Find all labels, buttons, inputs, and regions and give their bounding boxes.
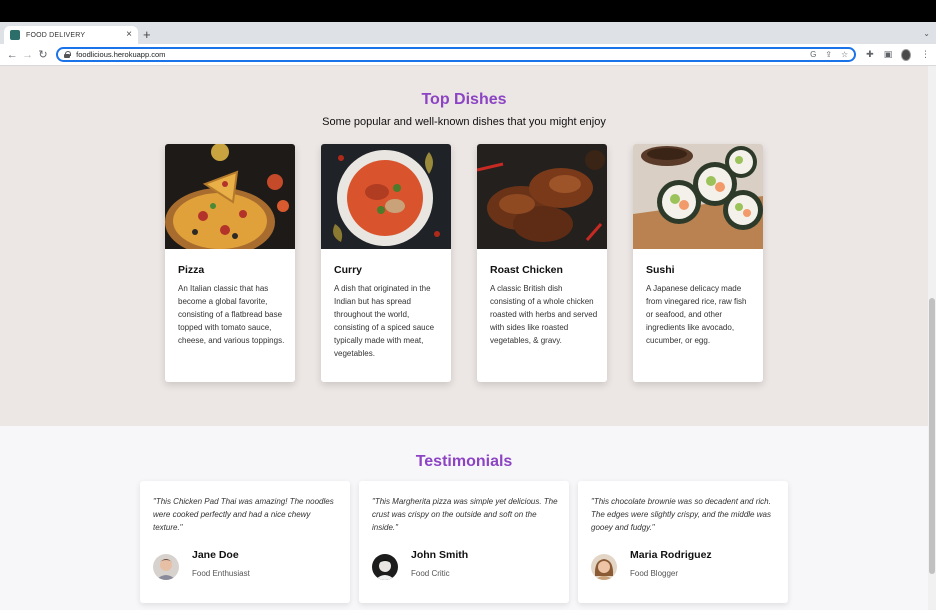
profile-avatar[interactable] (901, 48, 911, 61)
testimonial-name: Jane Doe (192, 549, 239, 561)
dish-card-pizza[interactable]: Pizza An Italian classic that has become… (165, 144, 295, 382)
avatar (372, 554, 398, 580)
scrollbar-thumb[interactable] (929, 298, 935, 574)
avatar (591, 554, 617, 580)
roast-chicken-image (477, 144, 607, 249)
back-button[interactable]: ← (6, 47, 18, 63)
dish-description: A classic British dish consisting of a w… (490, 284, 598, 345)
dish-name: Curry (334, 264, 363, 276)
dish-name: Pizza (178, 264, 205, 276)
testimonials-title: Testimonials (415, 453, 513, 470)
dish-description: A dish that originated in the Indian but… (334, 284, 435, 358)
tab-strip: FOOD DELIVERY × + ⌄ (0, 22, 936, 44)
testimonial-card: "This chocolate brownie was so decadent … (578, 481, 788, 603)
dish-card-sushi[interactable]: Sushi A Japanese delicacy made from vine… (633, 144, 763, 382)
testimonial-quote: "This Chicken Pad Thai was amazing! The … (153, 497, 334, 532)
dish-name: Roast Chicken (490, 264, 563, 276)
address-bar[interactable]: foodlicious.herokuapp.com G ⇪ ☆ (56, 47, 857, 62)
sushi-image (633, 144, 763, 249)
testimonial-name: Maria Rodriguez (630, 549, 712, 561)
close-tab-icon[interactable]: × (126, 30, 132, 40)
dish-name: Sushi (646, 264, 675, 276)
tab-search-icon[interactable]: ⌄ (923, 29, 930, 38)
google-lens-icon[interactable]: G (810, 50, 816, 59)
forward-button[interactable]: → (21, 47, 33, 63)
testimonial-role: Food Blogger (630, 569, 679, 578)
top-dishes-subtitle: Some popular and well-known dishes that … (322, 116, 606, 128)
browser-tab[interactable]: FOOD DELIVERY × (4, 26, 138, 44)
more-menu-icon[interactable]: ⋮ (921, 49, 930, 60)
dish-description: An Italian classic that has become a glo… (178, 284, 285, 345)
bookmark-star-icon[interactable]: ☆ (841, 50, 848, 59)
testimonial-role: Food Enthusiast (192, 569, 250, 578)
top-dishes-title: Top Dishes (421, 91, 507, 108)
tab-title: FOOD DELIVERY (26, 31, 86, 39)
reload-button[interactable]: ↻ (37, 47, 49, 63)
browser-toolbar: ← → ↻ foodlicious.herokuapp.com G ⇪ ☆ ✚ … (0, 44, 936, 66)
side-panel-icon[interactable]: ▣ (884, 49, 893, 60)
testimonials-section: Testimonials "This Chicken Pad Thai was … (0, 426, 928, 610)
testimonial-role: Food Critic (411, 569, 450, 578)
testimonial-quote: "This Margherita pizza was simple yet de… (372, 497, 558, 532)
testimonial-card: "This Chicken Pad Thai was amazing! The … (140, 481, 350, 603)
new-tab-button[interactable]: + (143, 28, 151, 41)
pizza-image (165, 144, 295, 249)
top-dishes-section: Top Dishes Some popular and well-known d… (0, 66, 928, 426)
url-text: foodlicious.herokuapp.com (76, 50, 166, 59)
page-scrollbar[interactable] (928, 66, 936, 610)
dish-card-curry[interactable]: Curry A dish that originated in the Indi… (321, 144, 451, 382)
screen-top-bar (0, 0, 936, 22)
curry-image (321, 144, 451, 249)
testimonial-name: John Smith (411, 549, 469, 561)
extensions-icon[interactable]: ✚ (866, 49, 874, 60)
dish-card-roast-chicken[interactable]: Roast Chicken A classic British dish con… (477, 144, 607, 382)
testimonial-card: "This Margherita pizza was simple yet de… (359, 481, 569, 603)
avatar (153, 554, 179, 580)
site-favicon-icon (10, 30, 20, 40)
page-viewport: Top Dishes Some popular and well-known d… (0, 66, 928, 610)
lock-icon (64, 51, 72, 58)
dish-description: A Japanese delicacy made from vinegared … (646, 284, 747, 345)
testimonial-quote: "This chocolate brownie was so decadent … (591, 497, 771, 532)
share-icon[interactable]: ⇪ (825, 50, 832, 59)
